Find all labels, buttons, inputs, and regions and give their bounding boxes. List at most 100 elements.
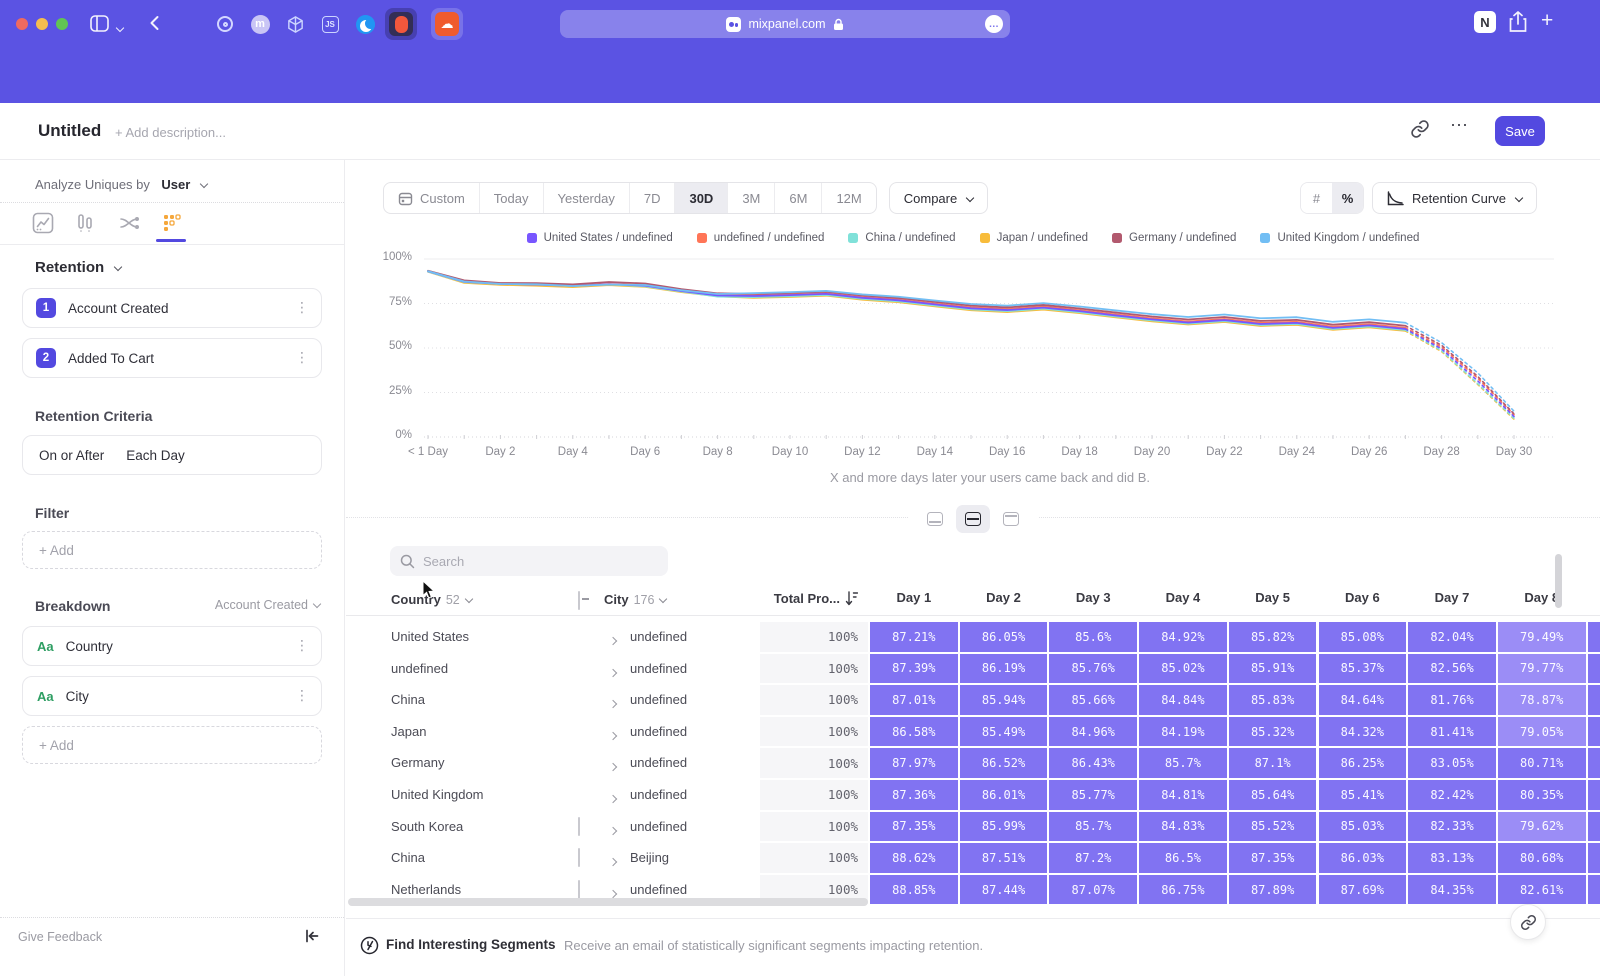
retention-value-cell: 87.21% <box>870 622 958 652</box>
criteria-each-day[interactable]: Each Day <box>126 448 185 463</box>
window-zoom-button[interactable] <box>56 18 68 30</box>
window-close-button[interactable] <box>16 18 28 30</box>
range-custom[interactable]: Custom <box>384 183 479 213</box>
city-select-all-checkbox[interactable] <box>578 591 580 610</box>
filter-add-button[interactable]: + Add <box>22 531 322 569</box>
target-favicon[interactable] <box>212 11 238 37</box>
day-column-header[interactable]: Day 5 <box>1229 590 1317 605</box>
legend-item[interactable]: undefined / undefined <box>697 232 825 244</box>
step-kebab-icon[interactable]: ⋮ <box>295 300 309 316</box>
breakdown-add-button[interactable]: + Add <box>22 726 322 764</box>
retention-value-cell: 82.61% <box>1498 875 1586 905</box>
legend-item[interactable]: United Kingdom / undefined <box>1260 232 1419 244</box>
day-column-header[interactable]: Day 2 <box>960 590 1048 605</box>
day-column-header[interactable]: Day 6 <box>1319 590 1407 605</box>
breakdown-event-selector[interactable]: Account Created <box>215 598 320 612</box>
legend-item[interactable]: United States / undefined <box>527 232 673 244</box>
tab-retention[interactable] <box>159 210 185 236</box>
sidebar-chevron-icon[interactable] <box>117 20 123 38</box>
range-6m[interactable]: 6M <box>774 183 821 213</box>
m-favicon[interactable]: m <box>247 11 273 37</box>
producthunt-favicon[interactable] <box>388 11 414 37</box>
layout-chart-toggle[interactable] <box>918 505 952 533</box>
expand-chevron-icon[interactable] <box>610 759 616 777</box>
more-options-button[interactable]: ⋯ <box>1450 115 1469 136</box>
js-favicon[interactable]: JS <box>317 11 343 37</box>
format-number-toggle[interactable]: # <box>1301 183 1332 213</box>
day-column-header[interactable]: Day 7 <box>1408 590 1496 605</box>
expand-chevron-icon[interactable] <box>610 823 616 841</box>
notion-extension-icon[interactable]: N <box>1474 11 1496 33</box>
range-7d[interactable]: 7D <box>629 183 675 213</box>
bird-favicon[interactable] <box>352 11 378 37</box>
vertical-scrollbar[interactable] <box>1555 554 1562 608</box>
soundcloud-favicon[interactable]: ☁ <box>434 11 460 37</box>
share-icon[interactable] <box>1508 11 1528 38</box>
legend-item[interactable]: China / undefined <box>848 232 955 244</box>
day-column-header[interactable]: Day 3 <box>1049 590 1137 605</box>
total-column-header[interactable]: Total Pro... <box>726 591 858 606</box>
day-column-header[interactable]: Day 8 <box>1498 590 1586 605</box>
day-column-header[interactable]: Day 4 <box>1139 590 1227 605</box>
table-header-row: Country52 City176 Total Pro... Day 1Day … <box>346 584 1600 616</box>
layout-toggle-group <box>908 503 1038 535</box>
x-axis-tick: Day 10 <box>752 446 828 458</box>
browser-sidebar-icon[interactable] <box>90 14 109 38</box>
window-minimize-button[interactable] <box>36 18 48 30</box>
layout-table-toggle[interactable] <box>994 505 1028 533</box>
expand-chevron-icon[interactable] <box>610 854 616 872</box>
share-link-floating-button[interactable] <box>1510 904 1546 940</box>
retention-step-1[interactable]: 1 Account Created ⋮ <box>22 288 322 328</box>
row-checkbox[interactable] <box>578 817 580 836</box>
retention-step-2[interactable]: 2 Added To Cart ⋮ <box>22 338 322 378</box>
day-column-header[interactable]: Day 1 <box>870 590 958 605</box>
breakdown-country[interactable]: Aa Country ⋮ <box>22 626 322 666</box>
tab-flows[interactable] <box>116 210 142 236</box>
tab-funnels[interactable] <box>73 210 99 236</box>
tab-insights[interactable] <box>30 210 56 236</box>
report-title[interactable]: Untitled <box>38 121 101 141</box>
segments-title[interactable]: Find Interesting Segments <box>386 937 556 952</box>
retention-criteria-card[interactable]: On or After Each Day <box>22 435 322 475</box>
compare-button[interactable]: Compare <box>889 182 988 214</box>
analyze-uniques-row[interactable]: Analyze Uniques by User <box>35 176 207 194</box>
expand-chevron-icon[interactable] <box>610 633 616 651</box>
report-description-placeholder[interactable]: + Add description... <box>115 125 226 140</box>
url-bar[interactable]: mixpanel.com ... <box>560 10 1010 38</box>
expand-chevron-icon[interactable] <box>610 665 616 683</box>
back-icon[interactable] <box>146 14 164 37</box>
row-checkbox[interactable] <box>578 848 580 867</box>
format-percent-toggle[interactable]: % <box>1332 183 1363 213</box>
copy-link-icon[interactable] <box>1410 119 1430 144</box>
collapse-sidebar-icon[interactable] <box>304 928 320 949</box>
expand-chevron-icon[interactable] <box>610 728 616 746</box>
row-checkbox[interactable] <box>578 880 580 899</box>
breakdown-city[interactable]: Aa City ⋮ <box>22 676 322 716</box>
expand-chevron-icon[interactable] <box>610 696 616 714</box>
layout-split-toggle[interactable] <box>956 505 990 533</box>
expand-chevron-icon[interactable] <box>610 791 616 809</box>
url-overflow-button[interactable]: ... <box>985 15 1003 33</box>
breakdown-kebab-icon[interactable]: ⋮ <box>295 688 309 704</box>
step-kebab-icon[interactable]: ⋮ <box>295 350 309 366</box>
range-yesterday[interactable]: Yesterday <box>543 183 629 213</box>
cube-favicon[interactable] <box>282 11 308 37</box>
chart-type-dropdown[interactable]: Retention Curve <box>1372 182 1537 214</box>
horizontal-scrollbar[interactable] <box>348 898 868 906</box>
range-today[interactable]: Today <box>479 183 543 213</box>
table-search[interactable] <box>390 546 668 576</box>
city-column-header[interactable]: City176 <box>604 591 666 609</box>
range-3m[interactable]: 3M <box>727 183 774 213</box>
legend-item[interactable]: Germany / undefined <box>1112 232 1236 244</box>
save-button[interactable]: Save <box>1495 116 1545 146</box>
range-30d[interactable]: 30D <box>674 183 727 213</box>
range-12m[interactable]: 12M <box>821 183 875 213</box>
table-row: United Statesundefined100%87.21%86.05%85… <box>346 622 1600 652</box>
criteria-on-or-after[interactable]: On or After <box>39 448 104 463</box>
table-search-input[interactable] <box>423 554 643 569</box>
give-feedback-link[interactable]: Give Feedback <box>18 930 102 944</box>
new-tab-icon[interactable]: + <box>1541 9 1553 33</box>
legend-item[interactable]: Japan / undefined <box>980 232 1088 244</box>
breakdown-kebab-icon[interactable]: ⋮ <box>295 638 309 654</box>
retention-section-title[interactable]: Retention <box>35 259 121 277</box>
